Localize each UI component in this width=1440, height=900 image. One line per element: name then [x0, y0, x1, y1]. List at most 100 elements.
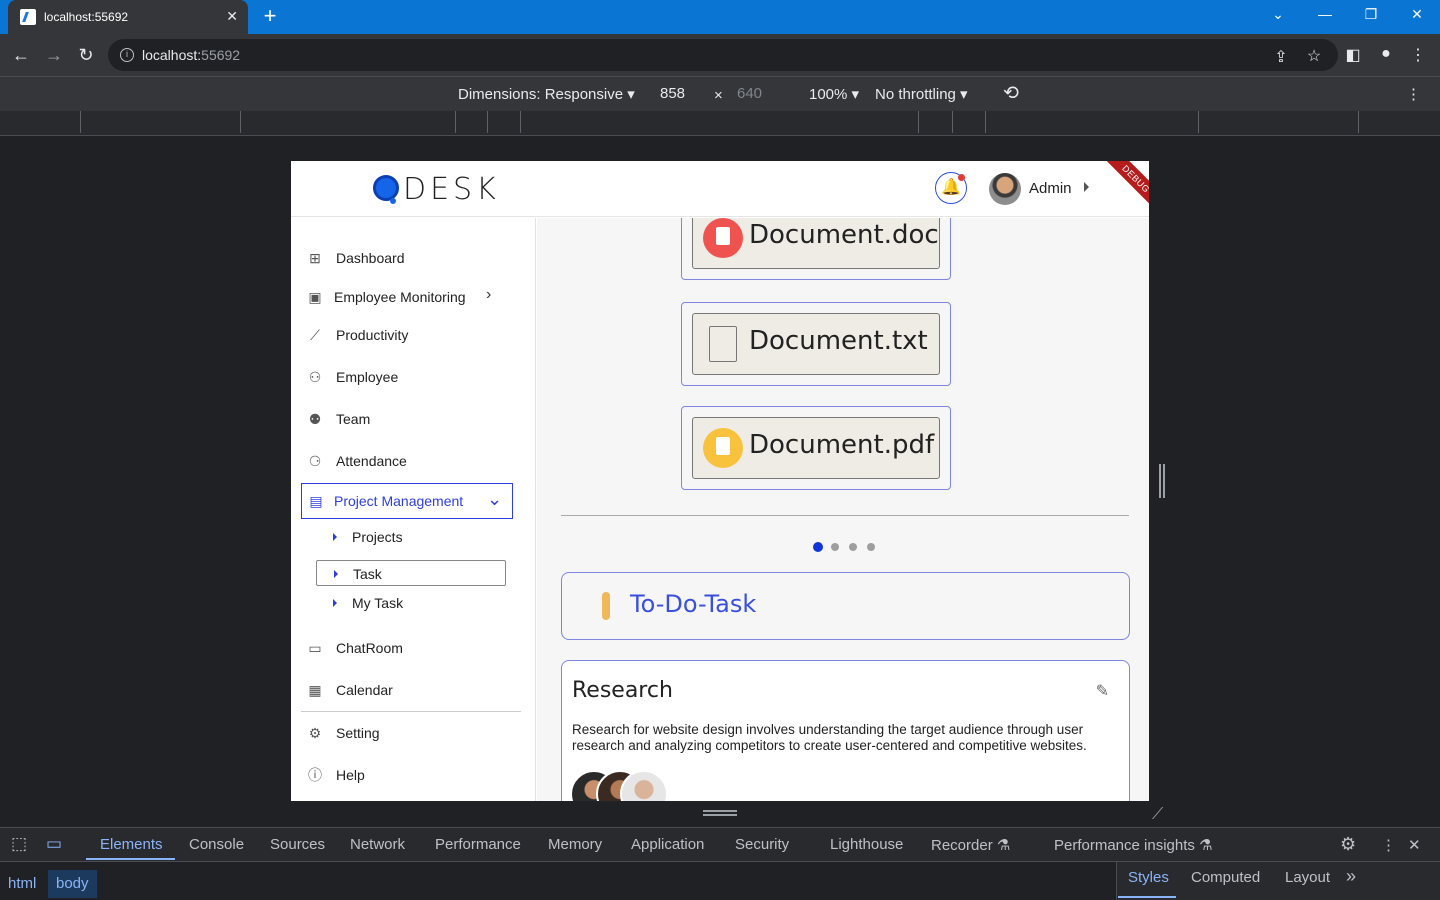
- chevron-right-icon: ›: [486, 286, 492, 303]
- devtools-close-icon[interactable]: ✕: [1408, 836, 1421, 854]
- tab-application[interactable]: Application: [631, 836, 704, 853]
- document-card: Document.txt: [681, 302, 951, 386]
- active-tab-indicator: [86, 858, 175, 860]
- width-input[interactable]: 858: [660, 85, 685, 102]
- admin-name[interactable]: Admin: [1029, 180, 1072, 197]
- attendance-icon: ⚆: [308, 453, 322, 469]
- sidebar-item-setting[interactable]: ⚙ Setting: [301, 716, 513, 750]
- new-tab-button[interactable]: +: [258, 4, 282, 28]
- tab-title: localhost:55692: [44, 10, 129, 24]
- media-query-ruler[interactable]: [0, 111, 1440, 136]
- devtools-settings-gear-icon[interactable]: ⚙: [1340, 834, 1356, 855]
- viewport-width-resizer[interactable]: [1159, 464, 1165, 498]
- back-icon[interactable]: ←: [10, 45, 32, 66]
- carousel-dot[interactable]: [849, 543, 857, 551]
- address-bar[interactable]: i localhost:55692 ⇪ ☆: [108, 39, 1338, 71]
- browser-tab[interactable]: localhost:55692 ✕: [8, 0, 248, 34]
- carousel-dot[interactable]: [867, 543, 875, 551]
- folder-icon: ▤: [309, 493, 323, 509]
- sidebar-sub-item-task[interactable]: Task: [316, 560, 506, 586]
- tab-security[interactable]: Security: [735, 836, 789, 853]
- grid-icon: ⊞: [309, 250, 321, 266]
- reload-icon[interactable]: ↻: [75, 45, 97, 66]
- window-close-icon[interactable]: ✕: [1405, 6, 1429, 23]
- todo-task-header: To-Do-Task: [561, 572, 1130, 640]
- viewport-height-resizer[interactable]: [703, 810, 737, 816]
- app-header: DESK 🔔 Admin DEBUG: [291, 161, 1149, 217]
- tab-computed[interactable]: Computed: [1191, 869, 1260, 886]
- person-icon: ⚇: [308, 369, 322, 385]
- more-tabs-icon[interactable]: »: [1346, 866, 1356, 887]
- dimension-separator: ×: [714, 87, 723, 104]
- sidebar-item-calendar[interactable]: ▦ Calendar: [301, 673, 513, 707]
- admin-avatar[interactable]: [989, 173, 1021, 205]
- sidebar: ⊞ Dashboard ▣ Employee Monitoring › ⟋ Produc…: [291, 218, 536, 801]
- tab-sources[interactable]: Sources: [270, 836, 325, 853]
- tab-layout[interactable]: Layout: [1285, 869, 1330, 886]
- devtools-menu-icon[interactable]: ⋮: [1381, 836, 1396, 854]
- sidebar-item-employee-monitoring[interactable]: ▣ Employee Monitoring ›: [301, 280, 513, 314]
- sidebar-item-chatroom[interactable]: ▭ ChatRoom: [301, 631, 513, 665]
- calendar-icon: ▦: [308, 682, 322, 698]
- browser-title-bar: localhost:55692 ✕ + ⌄ — ❐ ✕: [0, 0, 1440, 34]
- height-input[interactable]: 640: [737, 85, 762, 102]
- tab-memory[interactable]: Memory: [548, 836, 602, 853]
- notification-bell-icon[interactable]: 🔔: [935, 172, 967, 204]
- dimensions-select[interactable]: Dimensions: Responsive ▾: [458, 85, 635, 103]
- tab-search-icon[interactable]: ⌄: [1266, 6, 1290, 23]
- forward-icon[interactable]: →: [43, 45, 65, 66]
- document-button[interactable]: Document.txt: [692, 313, 940, 375]
- sidebar-item-help[interactable]: ⓘ Help: [301, 758, 513, 792]
- txt-file-icon: [703, 324, 743, 364]
- tab-performance[interactable]: Performance: [435, 836, 521, 853]
- sidebar-item-team[interactable]: ⚉ Team: [301, 402, 513, 436]
- tab-console[interactable]: Console: [189, 836, 244, 853]
- throttling-select[interactable]: No throttling ▾: [875, 85, 968, 103]
- debug-banner: DEBUG: [1098, 161, 1149, 217]
- tab-performance-insights[interactable]: Performance insights ⚗: [1054, 836, 1213, 854]
- main-content: Document.doc Document.txt Document.pdf T…: [537, 218, 1149, 801]
- sidebar-item-project-management[interactable]: ▤ Project Management ⌄: [301, 483, 513, 519]
- task-card[interactable]: Research ✎ Research for website design i…: [561, 660, 1130, 801]
- sidebar-sub-item-projects[interactable]: Projects: [316, 524, 506, 550]
- browser-menu-icon[interactable]: ⋮: [1408, 45, 1428, 65]
- device-toolbar-menu-icon[interactable]: ⋮: [1406, 85, 1421, 103]
- edit-pencil-icon[interactable]: ✎: [1096, 681, 1109, 701]
- emulated-viewport: DESK 🔔 Admin DEBUG ⊞ Dashboard ▣ Employee …: [291, 161, 1149, 801]
- carousel-dot[interactable]: [831, 543, 839, 551]
- breadcrumb-html[interactable]: html: [0, 870, 44, 898]
- zoom-select[interactable]: 100% ▾: [809, 85, 859, 103]
- chevron-down-icon: ⌄: [487, 489, 503, 509]
- admin-menu-arrow-icon[interactable]: [1084, 182, 1089, 192]
- side-panel-icon[interactable]: ◧: [1343, 45, 1363, 65]
- document-button[interactable]: Document.doc: [692, 218, 940, 269]
- sidebar-item-productivity[interactable]: ⟋ Productivity: [301, 318, 513, 352]
- rotate-icon[interactable]: ⟲: [1003, 82, 1019, 105]
- restore-icon[interactable]: ❐: [1359, 6, 1383, 23]
- inspect-element-icon[interactable]: ⬚: [11, 834, 27, 854]
- device-toggle-icon[interactable]: ▭: [46, 834, 62, 854]
- task-title: Research: [572, 678, 673, 703]
- notification-badge: [958, 174, 965, 181]
- sidebar-item-attendance[interactable]: ⚆ Attendance: [301, 444, 513, 478]
- breadcrumb-body[interactable]: body: [48, 870, 97, 898]
- sidebar-item-dashboard[interactable]: ⊞ Dashboard: [301, 241, 513, 275]
- tab-recorder[interactable]: Recorder ⚗: [931, 836, 1010, 854]
- tab-elements[interactable]: Elements: [100, 836, 163, 853]
- tab-styles[interactable]: Styles: [1128, 869, 1169, 886]
- tab-close-icon[interactable]: ✕: [226, 8, 238, 25]
- viewport-corner-resizer[interactable]: ⟋: [1152, 806, 1163, 824]
- sidebar-item-employee[interactable]: ⚇ Employee: [301, 360, 513, 394]
- divider: [561, 515, 1129, 516]
- profile-icon[interactable]: ●: [1376, 45, 1396, 63]
- sidebar-sub-item-my-task[interactable]: My Task: [316, 590, 506, 616]
- minimize-icon[interactable]: —: [1313, 6, 1337, 22]
- carousel-dot-active[interactable]: [813, 542, 823, 552]
- doc-file-icon: [703, 218, 743, 258]
- site-info-icon[interactable]: i: [120, 48, 134, 62]
- bookmark-star-icon[interactable]: ☆: [1304, 46, 1324, 66]
- tab-lighthouse[interactable]: Lighthouse: [830, 836, 903, 853]
- tab-network[interactable]: Network: [350, 836, 405, 853]
- share-icon[interactable]: ⇪: [1271, 47, 1291, 67]
- document-button[interactable]: Document.pdf: [692, 417, 940, 479]
